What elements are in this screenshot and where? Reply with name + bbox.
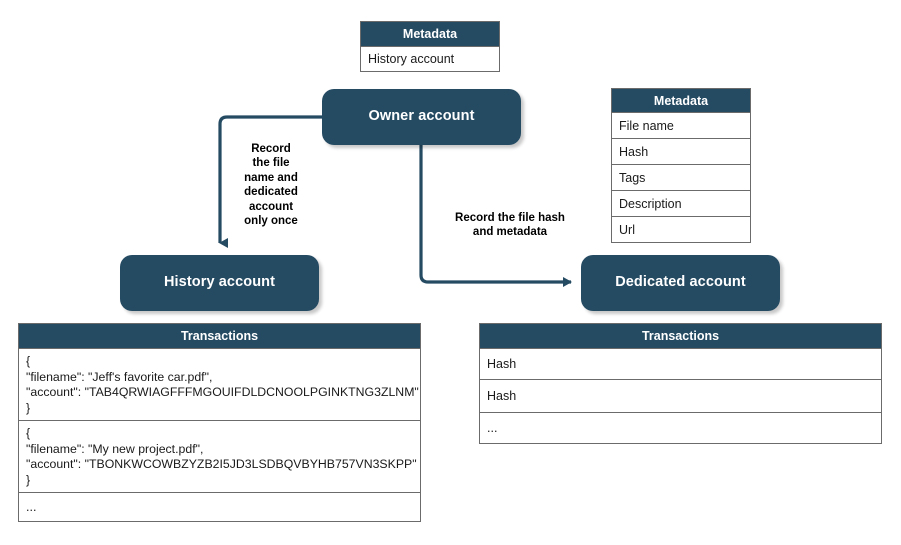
edge-label-owner-to-history: Record the file name and dedicated accou… [244,143,298,227]
table-row: Hash [612,138,750,164]
node-history-account-label: History account [163,274,276,291]
table-row: { "filename": "Jeff's favorite car.pdf",… [19,348,420,420]
dedicated-transactions-table: Transactions Hash Hash ... [479,323,882,444]
diagram-canvas: Owner account History account Dedicated … [0,0,901,545]
edge-label-owner-to-dedicated: Record the file hash and metadata [455,212,565,239]
table-row: ... [19,492,420,521]
node-owner-account-label: Owner account [368,108,475,125]
history-transactions-table-header: Transactions [19,324,420,348]
history-transactions-table: Transactions { "filename": "Jeff's favor… [18,323,421,522]
table-row: Hash [480,348,881,379]
table-row: ... [480,412,881,443]
node-dedicated-account-label: Dedicated account [615,274,746,291]
table-row: { "filename": "My new project.pdf", "acc… [19,420,420,492]
history-metadata-table: Metadata History account [360,21,500,72]
node-owner-account[interactable]: Owner account [322,89,521,145]
node-history-account[interactable]: History account [120,255,319,311]
table-row: Description [612,190,750,216]
table-row: History account [361,46,499,71]
dedicated-transactions-table-header: Transactions [480,324,881,348]
history-metadata-table-header: Metadata [361,22,499,46]
table-row: Tags [612,164,750,190]
table-row: File name [612,112,750,138]
node-dedicated-account[interactable]: Dedicated account [581,255,780,311]
table-row: Url [612,216,750,242]
table-row: Hash [480,379,881,412]
dedicated-metadata-table-header: Metadata [612,89,750,112]
dedicated-metadata-table: Metadata File name Hash Tags Description… [611,88,751,243]
